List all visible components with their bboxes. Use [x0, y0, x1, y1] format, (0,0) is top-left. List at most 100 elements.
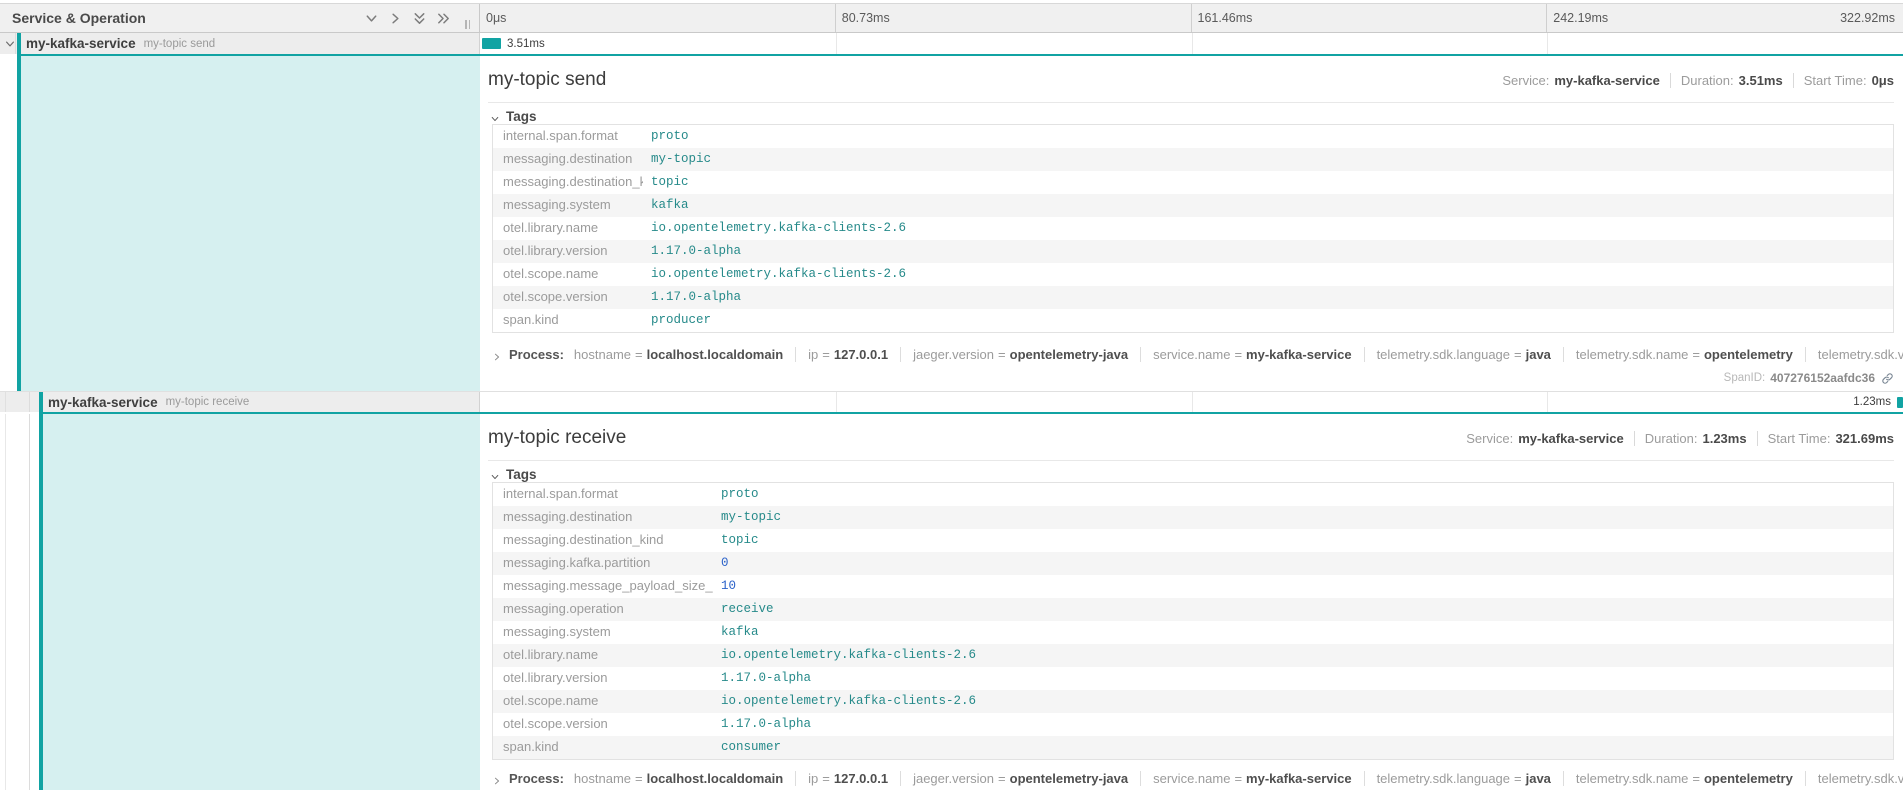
span-name-cell[interactable]: my-kafka-service my-topic receive [0, 392, 480, 412]
tag-key: messaging.destination [493, 148, 643, 171]
process-value: my-kafka-service [1246, 347, 1352, 362]
detail-row-fill [43, 414, 480, 790]
process-attribute: service.name=my-kafka-service [1140, 347, 1351, 362]
process-key: telemetry.sdk.language [1377, 347, 1510, 362]
tag-value: 1.17.0-alpha [643, 286, 741, 309]
process-attribute: telemetry.sdk.version=1.17.0 [1805, 347, 1903, 362]
process-value: 127.0.0.1 [834, 771, 888, 786]
tag-row: messaging.destinationmy-topic [493, 148, 1893, 171]
process-attribute: ip=127.0.0.1 [795, 347, 888, 362]
detail-row-fill [21, 56, 480, 391]
tag-row: otel.scope.nameio.opentelemetry.kafka-cl… [493, 690, 1893, 713]
tag-key: internal.span.format [493, 483, 713, 506]
tag-row: messaging.systemkafka [493, 194, 1893, 217]
process-key: hostname [574, 771, 631, 786]
process-attribute: telemetry.sdk.language=java [1364, 347, 1551, 362]
process-value: localhost.localdomain [647, 771, 784, 786]
tags-section-toggle[interactable]: Tags [490, 108, 537, 124]
duration-label: Duration: [1681, 73, 1734, 88]
tag-key: messaging.system [493, 621, 713, 644]
tag-row: otel.scope.version1.17.0-alpha [493, 286, 1893, 309]
tag-value: 1.17.0-alpha [643, 240, 741, 263]
tag-value: kafka [713, 621, 759, 644]
process-value: my-kafka-service [1246, 771, 1352, 786]
span-row-receive[interactable]: my-kafka-service my-topic receive 1.23ms [0, 391, 1903, 412]
timeline-tick: 80.73ms [836, 4, 1192, 32]
process-attribute: hostname=localhost.localdomain [574, 347, 783, 362]
process-section-toggle[interactable]: Process: hostname=localhost.localdomain … [492, 344, 1894, 364]
tree-grid-line [15, 33, 16, 54]
tag-value: kafka [643, 194, 689, 217]
span-detail-card: my-topic send Service:my-kafka-service D… [480, 56, 1903, 391]
tag-row: messaging.kafka.partition0 [493, 552, 1893, 575]
tag-key: messaging.kafka.partition [493, 552, 713, 575]
process-key: telemetry.sdk.version [1818, 771, 1903, 786]
process-value: java [1526, 771, 1551, 786]
span-row-send[interactable]: my-kafka-service my-topic send 3.51ms [0, 33, 1903, 54]
divider [488, 102, 1894, 103]
column-resizer-handle[interactable] [465, 20, 472, 29]
tag-key: internal.span.format [493, 125, 643, 148]
tag-key: messaging.destination_kind [493, 171, 643, 194]
span-name[interactable]: my-kafka-service my-topic send [26, 33, 215, 54]
operation-name: my-topic receive [166, 396, 250, 408]
tag-key: messaging.destination [493, 506, 713, 529]
tag-key: messaging.operation [493, 598, 713, 621]
tag-value: io.opentelemetry.kafka-clients-2.6 [713, 644, 976, 667]
deep-link-icon[interactable] [1881, 372, 1894, 385]
span-detail-title: my-topic receive [488, 427, 626, 448]
span-detail-header[interactable]: my-topic send Service:my-kafka-service D… [488, 64, 1894, 96]
duration-label: Duration: [1645, 431, 1698, 446]
collapse-all-icon[interactable] [412, 11, 427, 26]
tag-key: otel.library.name [493, 644, 713, 667]
tag-key: otel.scope.version [493, 713, 713, 736]
span-name-cell[interactable]: my-kafka-service my-topic send [0, 33, 480, 54]
tag-row: internal.span.formatproto [493, 483, 1893, 506]
tags-table: internal.span.formatproto messaging.dest… [492, 124, 1894, 333]
span-timeline-cell[interactable]: 3.51ms [480, 33, 1903, 54]
span-name[interactable]: my-kafka-service my-topic receive [48, 392, 249, 412]
span-timeline-cell[interactable]: 1.23ms [480, 392, 1903, 412]
tag-row: messaging.destination_kindtopic [493, 171, 1893, 194]
tick-label: 322.92ms [1840, 4, 1895, 32]
process-key: jaeger.version [913, 347, 994, 362]
process-section-toggle[interactable]: Process: hostname=localhost.localdomain … [492, 768, 1894, 788]
tree-controls [364, 4, 451, 32]
tag-key: span.kind [493, 309, 643, 332]
process-label: Process: [509, 347, 564, 362]
divider [488, 460, 1894, 461]
tags-table: internal.span.formatproto messaging.dest… [492, 482, 1894, 760]
span-detail-meta: Service:my-kafka-service Duration:3.51ms… [1502, 64, 1894, 96]
span-bar[interactable] [1897, 397, 1903, 408]
process-label: Process: [509, 771, 564, 786]
tag-value: 1.17.0-alpha [713, 667, 811, 690]
tag-row: messaging.message_payload_size_bytes10 [493, 575, 1893, 598]
tick-label: 80.73ms [836, 11, 890, 25]
expand-one-icon[interactable] [388, 11, 403, 26]
expand-all-icon[interactable] [436, 11, 451, 26]
tree-grid-line [5, 392, 6, 412]
duration-value: 1.23ms [1702, 431, 1746, 446]
process-key: telemetry.sdk.name [1576, 771, 1688, 786]
timeline-ruler: 0μs 80.73ms 161.46ms 242.19ms 322.92ms [480, 4, 1903, 32]
span-bar[interactable] [482, 38, 501, 49]
span-id-value: 407276152aafdc36 [1770, 371, 1875, 385]
tag-row: otel.library.version1.17.0-alpha [493, 667, 1893, 690]
process-attribute: jaeger.version=opentelemetry-java [900, 347, 1128, 362]
tag-key: otel.library.name [493, 217, 643, 240]
tags-label: Tags [506, 467, 537, 482]
tag-row: messaging.operationreceive [493, 598, 1893, 621]
tag-row: messaging.systemkafka [493, 621, 1893, 644]
process-value: opentelemetry [1704, 771, 1793, 786]
span-detail-header[interactable]: my-topic receive Service:my-kafka-servic… [488, 422, 1894, 454]
tag-value: topic [713, 529, 759, 552]
tags-section-toggle[interactable]: Tags [490, 466, 537, 482]
start-time-value: 321.69ms [1835, 431, 1894, 446]
duration-value: 3.51ms [1739, 73, 1783, 88]
service-operation-label: Service & Operation [12, 10, 146, 26]
tag-row: span.kindconsumer [493, 736, 1893, 759]
service-value: my-kafka-service [1554, 73, 1660, 88]
collapse-one-icon[interactable] [364, 11, 379, 26]
process-value: opentelemetry-java [1010, 771, 1129, 786]
process-attribute: telemetry.sdk.name=opentelemetry [1563, 771, 1793, 786]
